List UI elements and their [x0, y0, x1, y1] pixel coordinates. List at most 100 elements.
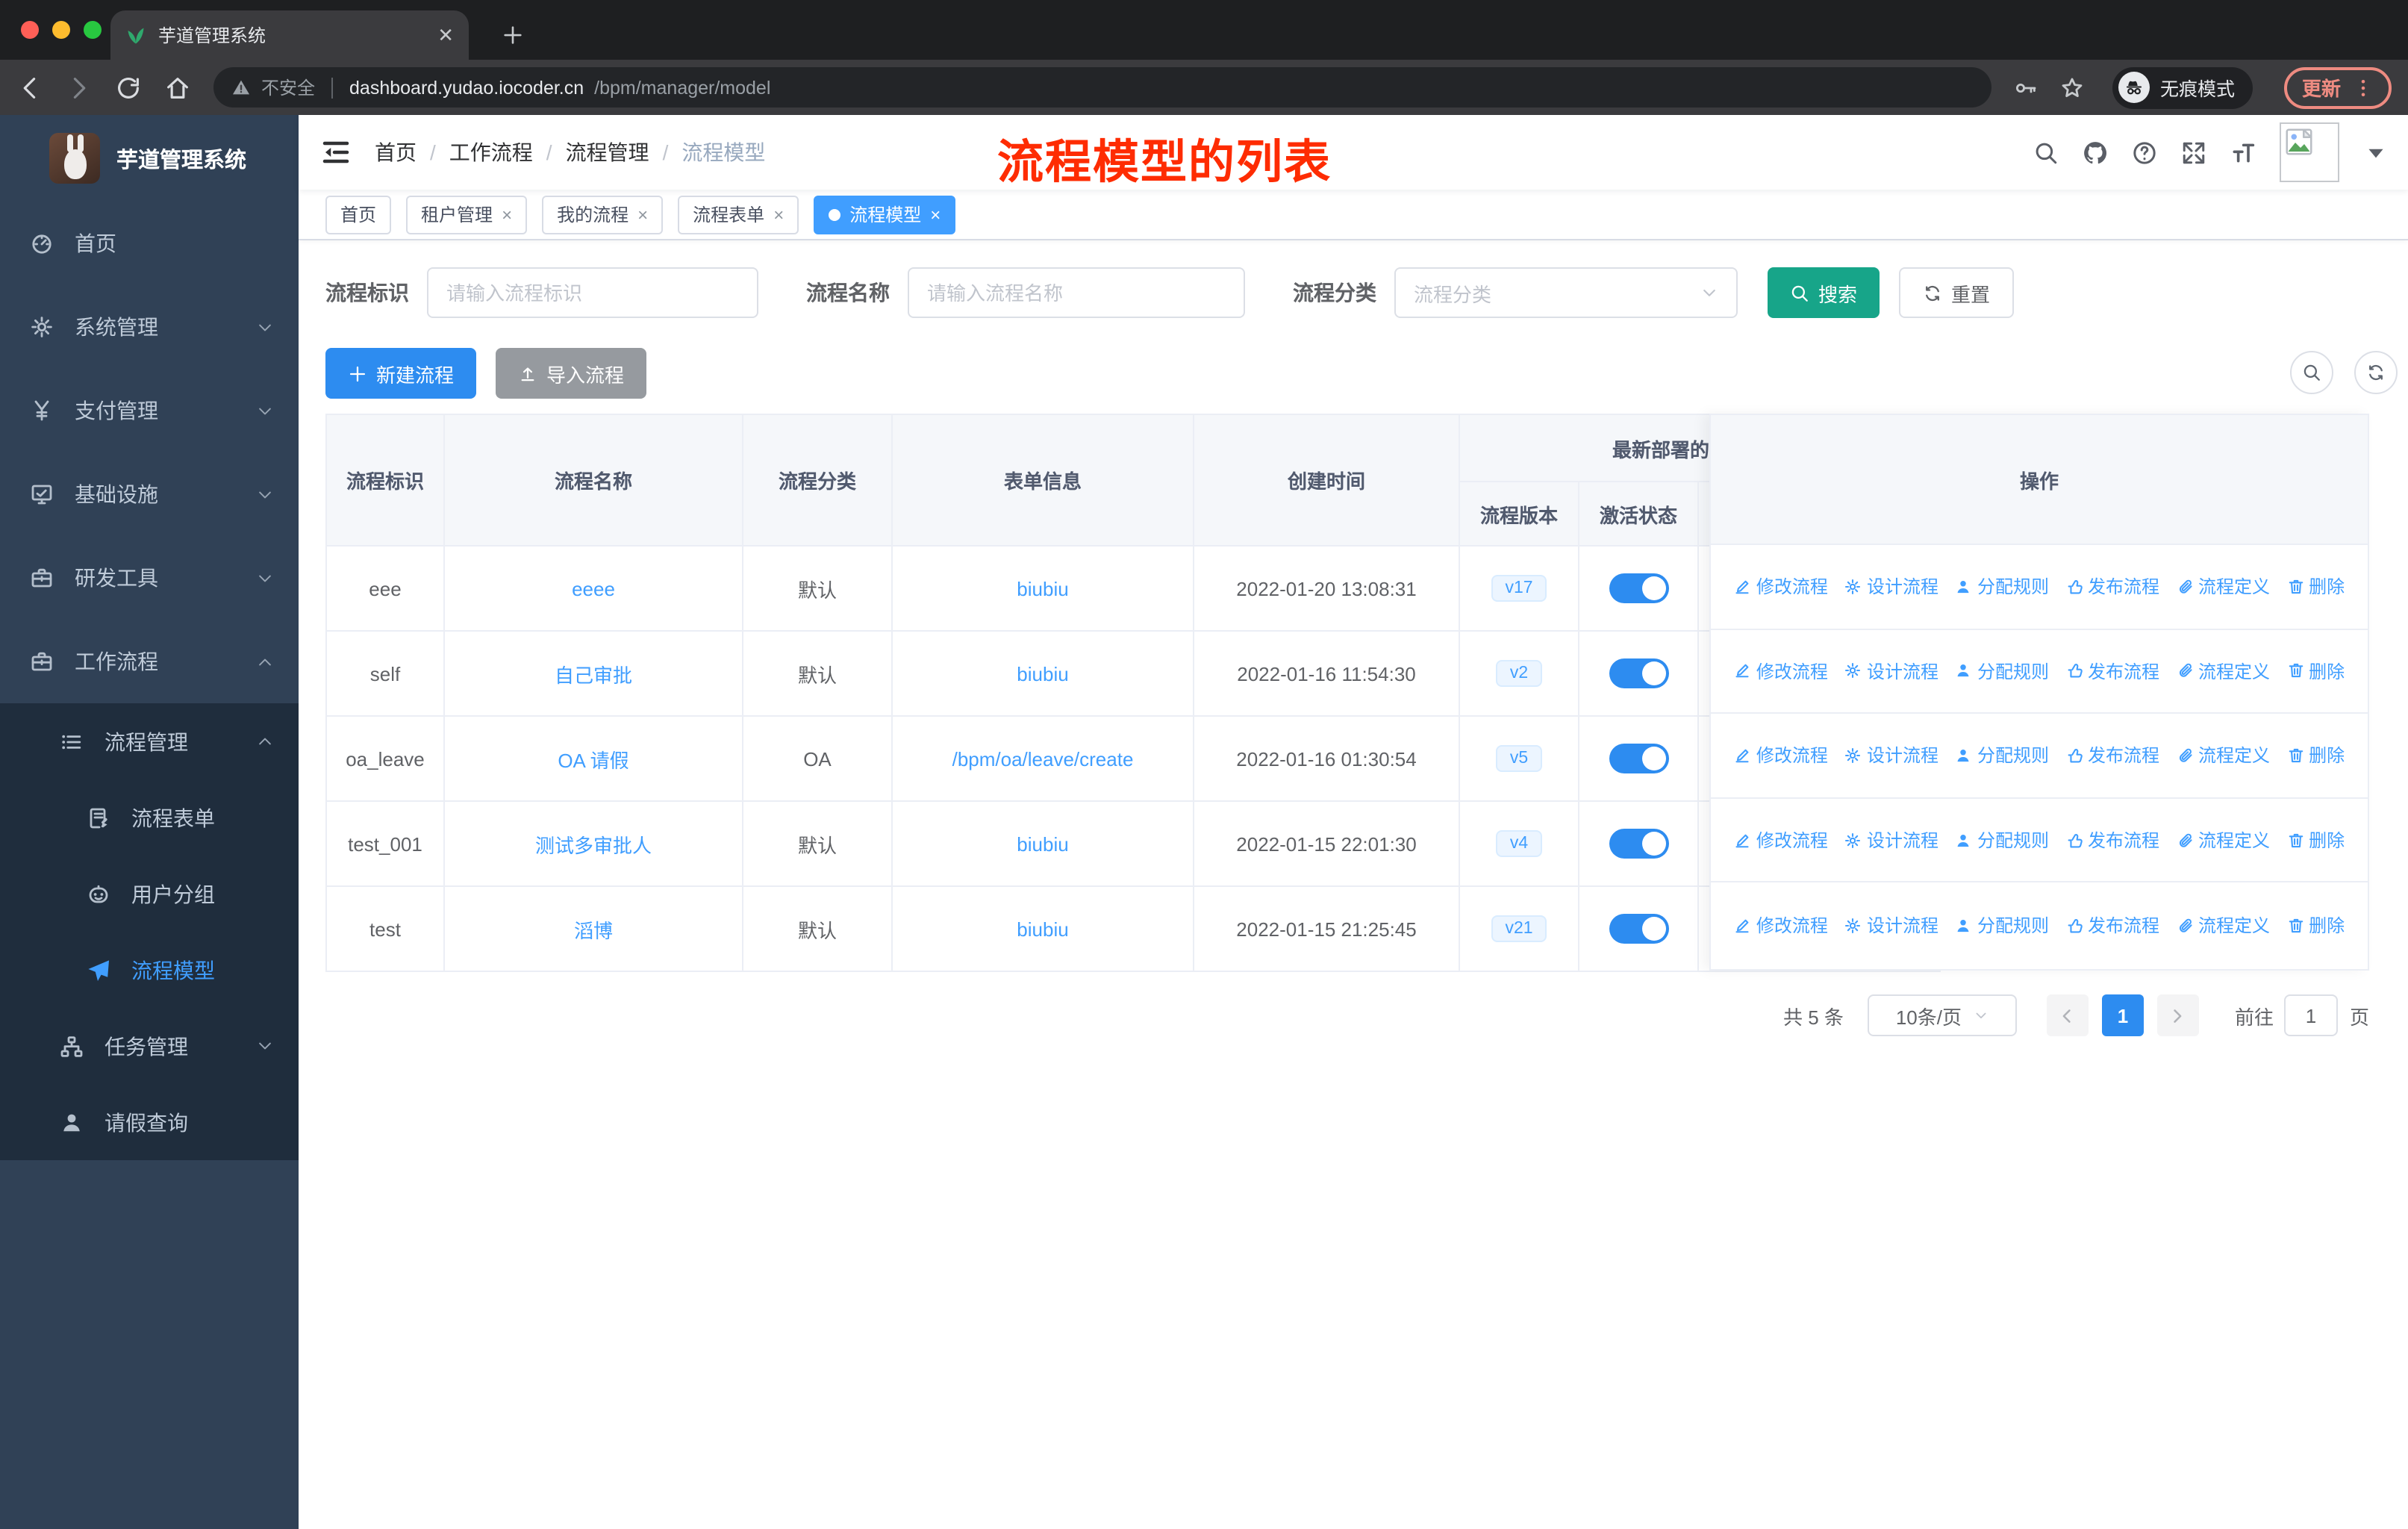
action-design-link[interactable]: 设计流程 — [1844, 658, 1938, 684]
new-tab-button[interactable] — [493, 15, 531, 54]
github-icon[interactable] — [2083, 140, 2108, 165]
action-trash-link[interactable]: 删除 — [2286, 827, 2345, 853]
tag-0[interactable]: 首页 — [325, 195, 392, 234]
process-name-link[interactable]: 滔博 — [574, 919, 613, 941]
action-design-link[interactable]: 设计流程 — [1844, 743, 1938, 768]
active-toggle[interactable] — [1609, 658, 1668, 688]
process-name-link[interactable]: 测试多审批人 — [535, 834, 652, 856]
browser-tab[interactable]: 芋道管理系统 ✕ — [110, 10, 469, 60]
page-size-select[interactable]: 10条/页 — [1867, 994, 2017, 1036]
url-bar[interactable]: 不安全 dashboard.yudao.iocoder.cn/bpm/manag… — [213, 67, 1991, 108]
form-info-link[interactable]: /bpm/oa/leave/create — [952, 747, 1134, 770]
sidebar-item-9[interactable]: 流程模型 — [0, 932, 299, 1008]
action-assign-user-link[interactable]: 分配规则 — [1955, 743, 2049, 768]
window-controls[interactable] — [21, 21, 102, 39]
action-publish-link[interactable]: 发布流程 — [2065, 912, 2159, 938]
action-publish-link[interactable]: 发布流程 — [2065, 574, 2159, 600]
active-toggle[interactable] — [1609, 744, 1668, 773]
process-name-input[interactable] — [908, 267, 1245, 318]
breadcrumb-item[interactable]: 工作流程 — [449, 137, 533, 167]
action-definition-link[interactable]: 流程定义 — [2176, 827, 2270, 853]
form-info-link[interactable]: biubiu — [1017, 832, 1068, 855]
action-edit-link[interactable]: 修改流程 — [1734, 658, 1828, 684]
action-publish-link[interactable]: 发布流程 — [2065, 743, 2159, 768]
action-definition-link[interactable]: 流程定义 — [2176, 658, 2270, 684]
process-name-link[interactable]: eeee — [572, 577, 615, 600]
tab-close-icon[interactable]: ✕ — [437, 23, 454, 47]
action-trash-link[interactable]: 删除 — [2286, 912, 2345, 938]
action-trash-link[interactable]: 删除 — [2286, 658, 2345, 684]
browser-update-button[interactable]: 更新 — [2283, 66, 2392, 108]
sidebar-item-3[interactable]: 基础设施 — [0, 452, 299, 536]
process-name-link[interactable]: 自己审批 — [555, 664, 632, 686]
sidebar-item-6[interactable]: 流程管理 — [0, 703, 299, 779]
show-search-button[interactable] — [2290, 351, 2333, 394]
sidebar-item-11[interactable]: 请假查询 — [0, 1084, 299, 1160]
action-assign-user-link[interactable]: 分配规则 — [1955, 827, 2049, 853]
goto-page-input[interactable] — [2283, 994, 2338, 1036]
tag-3[interactable]: 流程表单 × — [678, 195, 799, 234]
refresh-table-button[interactable] — [2354, 351, 2398, 394]
sidebar-item-5[interactable]: 工作流程 — [0, 620, 299, 703]
sidebar-item-8[interactable]: 用户分组 — [0, 856, 299, 932]
action-trash-link[interactable]: 删除 — [2286, 743, 2345, 768]
action-definition-link[interactable]: 流程定义 — [2176, 574, 2270, 600]
reload-icon[interactable] — [115, 74, 142, 101]
action-publish-link[interactable]: 发布流程 — [2065, 827, 2159, 853]
minimize-window-button[interactable] — [52, 21, 70, 39]
action-definition-link[interactable]: 流程定义 — [2176, 743, 2270, 768]
form-info-link[interactable]: biubiu — [1017, 577, 1068, 600]
active-toggle[interactable] — [1609, 573, 1668, 603]
font-size-icon[interactable] — [2230, 140, 2256, 165]
search-button[interactable]: 搜索 — [1768, 267, 1880, 318]
browser-menu-icon[interactable] — [2353, 77, 2374, 98]
tag-close-icon[interactable]: × — [930, 204, 941, 225]
process-name-link[interactable]: OA 请假 — [558, 749, 628, 771]
home-icon[interactable] — [164, 74, 191, 101]
action-edit-link[interactable]: 修改流程 — [1734, 743, 1828, 768]
action-edit-link[interactable]: 修改流程 — [1734, 912, 1828, 938]
tag-2[interactable]: 我的流程 × — [542, 195, 664, 234]
action-definition-link[interactable]: 流程定义 — [2176, 912, 2270, 938]
sidebar-item-10[interactable]: 任务管理 — [0, 1008, 299, 1084]
active-toggle[interactable] — [1609, 829, 1668, 859]
action-edit-link[interactable]: 修改流程 — [1734, 827, 1828, 853]
action-assign-user-link[interactable]: 分配规则 — [1955, 658, 2049, 684]
active-toggle[interactable] — [1609, 914, 1668, 944]
action-design-link[interactable]: 设计流程 — [1844, 574, 1938, 600]
search-icon[interactable] — [2033, 140, 2059, 165]
forward-icon[interactable] — [66, 74, 93, 101]
process-key-input[interactable] — [427, 267, 758, 318]
avatar-caret-down-icon[interactable] — [2363, 140, 2389, 165]
help-icon[interactable] — [2132, 140, 2157, 165]
sidebar-item-7[interactable]: 流程表单 — [0, 779, 299, 856]
password-key-icon[interactable] — [2014, 75, 2038, 99]
action-design-link[interactable]: 设计流程 — [1844, 912, 1938, 938]
tag-close-icon[interactable]: × — [637, 204, 648, 225]
import-process-button[interactable]: 导入流程 — [496, 348, 647, 399]
sidebar-item-4[interactable]: 研发工具 — [0, 536, 299, 620]
action-assign-user-link[interactable]: 分配规则 — [1955, 574, 2049, 600]
tag-close-icon[interactable]: × — [773, 204, 784, 225]
tag-close-icon[interactable]: × — [502, 204, 512, 225]
sidebar-logo[interactable]: 芋道管理系统 — [0, 115, 299, 202]
avatar[interactable] — [2280, 122, 2339, 182]
form-info-link[interactable]: biubiu — [1017, 918, 1068, 940]
action-assign-user-link[interactable]: 分配规则 — [1955, 912, 2049, 938]
sidebar-item-1[interactable]: 系统管理 — [0, 285, 299, 369]
bookmark-star-icon[interactable] — [2060, 75, 2084, 99]
sidebar-item-0[interactable]: 首页 — [0, 202, 299, 285]
next-page-button[interactable] — [2156, 994, 2199, 1036]
sidebar-item-2[interactable]: 支付管理 — [0, 369, 299, 452]
reset-button[interactable]: 重置 — [1899, 267, 2015, 318]
create-process-button[interactable]: 新建流程 — [325, 348, 477, 399]
zoom-window-button[interactable] — [84, 21, 102, 39]
fullscreen-icon[interactable] — [2181, 140, 2206, 165]
action-trash-link[interactable]: 删除 — [2286, 574, 2345, 600]
action-design-link[interactable]: 设计流程 — [1844, 827, 1938, 853]
close-window-button[interactable] — [21, 21, 39, 39]
action-edit-link[interactable]: 修改流程 — [1734, 574, 1828, 600]
breadcrumb-item[interactable]: 首页 — [375, 137, 417, 167]
process-category-select[interactable]: 流程分类 — [1394, 267, 1738, 318]
prev-page-button[interactable] — [2046, 994, 2089, 1036]
